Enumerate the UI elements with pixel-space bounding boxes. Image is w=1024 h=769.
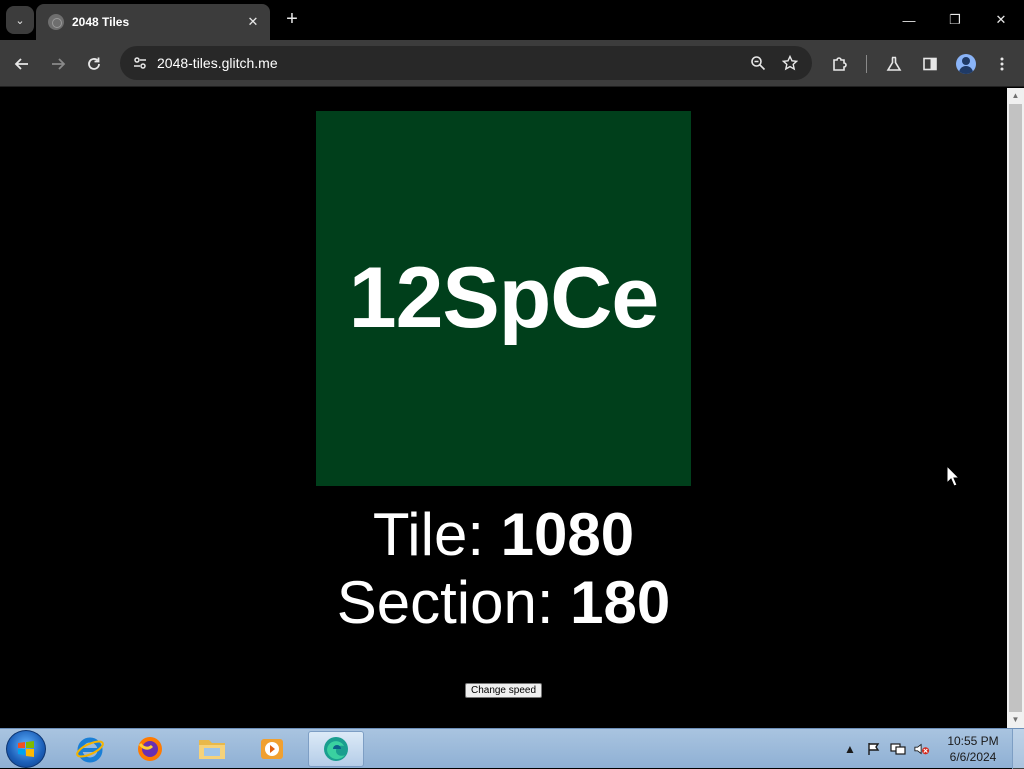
tab-title: 2048 Tiles bbox=[72, 15, 130, 29]
globe-icon bbox=[48, 14, 64, 30]
vertical-scrollbar[interactable]: ▲ ▼ bbox=[1007, 88, 1024, 728]
puzzle-icon bbox=[833, 57, 847, 71]
address-bar[interactable]: 2048-tiles.glitch.me bbox=[120, 46, 812, 80]
taskbar-media-player[interactable] bbox=[244, 731, 300, 767]
file-explorer-icon bbox=[199, 740, 225, 759]
taskbar-firefox[interactable] bbox=[122, 731, 178, 767]
clock-time: 10:55 PM bbox=[947, 734, 999, 748]
tab-search-button[interactable]: ⌄ bbox=[6, 6, 34, 34]
edge-icon bbox=[324, 737, 348, 761]
section-label: Section: bbox=[336, 569, 571, 636]
site-info-button[interactable] bbox=[128, 51, 152, 75]
zoom-button[interactable] bbox=[746, 51, 770, 75]
avatar-icon bbox=[956, 54, 976, 74]
tile-value: 1080 bbox=[500, 501, 635, 568]
reload-button[interactable] bbox=[80, 50, 108, 78]
game-tile: 12SpCe bbox=[316, 111, 691, 486]
taskbar-edge[interactable] bbox=[308, 731, 364, 767]
media-player-icon bbox=[261, 739, 283, 759]
minimize-button[interactable]: — bbox=[886, 0, 932, 40]
tab-strip: ⌄ 2048 Tiles ✕ + — ❐ ✕ bbox=[0, 0, 1024, 40]
taskbar-explorer[interactable] bbox=[184, 731, 240, 767]
tray-overflow-icon[interactable]: ▲ bbox=[842, 741, 858, 757]
taskbar: ▲ 10:55 PM 6/6/2024 bbox=[0, 728, 1024, 769]
menu-button[interactable] bbox=[988, 50, 1016, 78]
scroll-down-icon[interactable]: ▼ bbox=[1007, 712, 1024, 727]
tile-counter: Tile: 1080 bbox=[0, 500, 1007, 569]
back-button[interactable] bbox=[8, 50, 36, 78]
side-panel-icon bbox=[923, 57, 937, 71]
forward-button[interactable] bbox=[44, 50, 72, 78]
tune-icon bbox=[134, 57, 146, 69]
tile-label: Tile: bbox=[372, 501, 501, 568]
start-button[interactable] bbox=[6, 730, 46, 768]
labs-button[interactable] bbox=[880, 50, 908, 78]
scroll-up-icon[interactable]: ▲ bbox=[1007, 88, 1024, 103]
arrow-right-icon bbox=[52, 58, 66, 70]
clock-date: 6/6/2024 bbox=[949, 750, 997, 764]
action-center-flag-icon[interactable] bbox=[866, 741, 882, 757]
show-desktop-button[interactable] bbox=[1012, 729, 1024, 769]
taskbar-ie[interactable] bbox=[62, 731, 118, 767]
scrollbar-thumb[interactable] bbox=[1009, 104, 1022, 712]
url-text: 2048-tiles.glitch.me bbox=[157, 55, 278, 71]
more-vertical-icon bbox=[1000, 57, 1004, 71]
new-tab-button[interactable]: + bbox=[280, 8, 304, 32]
tab-active[interactable]: 2048 Tiles ✕ bbox=[36, 4, 270, 40]
firefox-icon bbox=[138, 737, 162, 761]
volume-muted-icon[interactable] bbox=[914, 741, 930, 757]
extensions-button[interactable] bbox=[826, 50, 854, 78]
profile-button[interactable] bbox=[952, 50, 980, 78]
tab-close-button[interactable]: ✕ bbox=[244, 14, 262, 30]
mouse-cursor-icon bbox=[946, 465, 960, 487]
star-icon bbox=[782, 55, 798, 71]
flask-icon bbox=[886, 56, 902, 71]
arrow-left-icon bbox=[14, 58, 28, 70]
section-value: 180 bbox=[570, 569, 671, 636]
bookmark-button[interactable] bbox=[778, 51, 802, 75]
tile-text: 12SpCe bbox=[348, 250, 659, 346]
zoom-icon bbox=[751, 56, 766, 71]
restore-button[interactable]: ❐ bbox=[932, 0, 978, 40]
windows-start-icon bbox=[18, 741, 34, 757]
browser-toolbar: 2048-tiles.glitch.me bbox=[0, 40, 1024, 87]
page-content: 12SpCe Tile: 1080 Section: 180 Change sp… bbox=[0, 88, 1007, 728]
system-clock[interactable]: 10:55 PM 6/6/2024 bbox=[940, 733, 1006, 765]
section-counter: Section: 180 bbox=[0, 568, 1007, 637]
side-panel-button[interactable] bbox=[916, 50, 944, 78]
change-speed-button[interactable]: Change speed bbox=[465, 683, 542, 698]
network-icon[interactable] bbox=[890, 741, 906, 757]
reload-icon bbox=[88, 57, 100, 70]
toolbar-divider bbox=[866, 55, 867, 73]
chevron-down-icon: ⌄ bbox=[15, 14, 25, 27]
internet-explorer-icon bbox=[76, 737, 104, 763]
close-window-button[interactable]: ✕ bbox=[978, 0, 1024, 40]
